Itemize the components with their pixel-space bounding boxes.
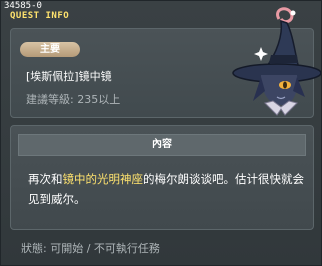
quest-level-requirement: 建議等級: 235以上 — [26, 93, 121, 106]
content-section-header: 內容 — [18, 134, 306, 156]
highlighted-npc-name: 镜中的光明神座 — [62, 172, 144, 186]
quest-description: 再次和镜中的光明神座的梅尔朗谈谈吧。估计很快就会见到威尔。 — [28, 169, 308, 209]
quest-status: 狀態: 可開始 / 不可執行任務 — [21, 242, 160, 255]
description-text-start: 再次和 — [28, 172, 63, 186]
quest-type-badge: 主要 — [20, 42, 80, 57]
witch-npc-portrait-icon — [232, 7, 321, 116]
window-title: QUEST INFO — [10, 11, 70, 21]
quest-name: [埃斯佩拉]镜中镜 — [26, 70, 112, 83]
quest-info-window: 34585-0 QUEST INFO 主要 [埃斯佩拉]镜中镜 建議等級: 23… — [0, 0, 322, 266]
quest-id: 34585-0 — [4, 1, 42, 11]
